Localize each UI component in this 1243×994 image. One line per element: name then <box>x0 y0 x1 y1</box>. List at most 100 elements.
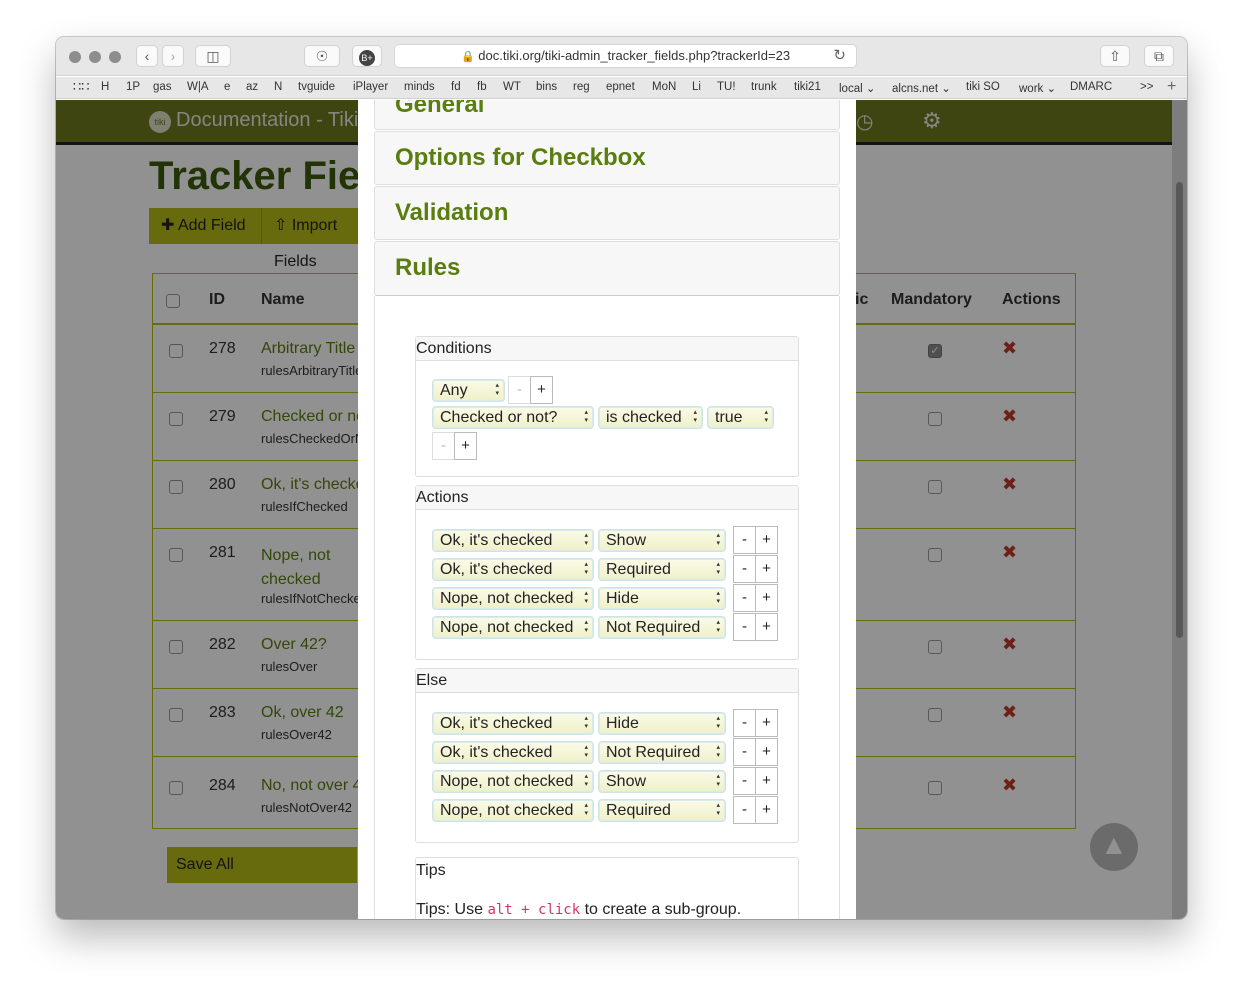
add-condition-button[interactable]: + <box>454 432 477 460</box>
page-content: tiki Documentation - Tiki ◷ ⚙ Tracker Fi… <box>56 100 1172 919</box>
keyhole-icon: ☉ <box>315 48 329 64</box>
bookmark-item[interactable]: Li <box>692 81 701 93</box>
else-field-select[interactable]: Nope, not checked <box>432 770 594 793</box>
condition-operator-select[interactable]: is checked <box>598 406 703 429</box>
field-edit-modal: General Options for Checkbox Validation … <box>358 100 856 919</box>
bookmark-item[interactable]: DMARC <box>1070 81 1112 93</box>
remove-group-button[interactable]: - <box>508 376 531 404</box>
bookmark-item[interactable]: H <box>101 81 109 93</box>
scrollbar-thumb[interactable] <box>1176 182 1183 638</box>
bookmark-folder[interactable]: alcns.net ⌄ <box>892 81 951 95</box>
bookmark-item[interactable]: minds <box>404 81 435 93</box>
add-action-button[interactable]: + <box>755 526 778 554</box>
bookmarks-bar: ∷∷ H 1P gas W|A e az N tvguide iPlayer m… <box>56 77 1187 99</box>
tips-panel: Tips Tips: Use alt + click to create a s… <box>415 857 799 919</box>
grid-icon[interactable]: ∷∷ <box>73 79 90 95</box>
address-bar[interactable]: 🔒 doc.tiki.org/tiki-admin_tracker_fields… <box>394 44 857 68</box>
remove-else-button[interactable]: - <box>733 796 756 824</box>
bookmark-folder[interactable]: local ⌄ <box>839 81 875 95</box>
remove-action-button[interactable]: - <box>733 526 756 554</box>
bookmark-item[interactable]: fd <box>451 81 461 93</box>
remove-action-button[interactable]: - <box>733 584 756 612</box>
action-type-select[interactable]: Hide <box>598 587 726 610</box>
section-title: Options for Checkbox <box>395 144 646 171</box>
add-else-button[interactable]: + <box>755 767 778 795</box>
bookmark-item[interactable]: e <box>224 81 230 93</box>
new-tab-plus-icon[interactable]: + <box>1167 78 1176 96</box>
browser-toolbar: ‹ › ◫ ☉ B+ 🔒 doc.tiki.org/tiki-admin_tra… <box>56 37 1187 76</box>
share-button[interactable]: ⇧ <box>1100 45 1130 67</box>
bookmark-item[interactable]: epnet <box>606 81 635 93</box>
action-type-select[interactable]: Required <box>598 558 726 581</box>
bookmark-item[interactable]: tvguide <box>298 81 335 93</box>
bookmark-item[interactable]: trunk <box>751 81 777 93</box>
else-action-select[interactable]: Not Required <box>598 741 726 764</box>
bookmark-item[interactable]: MoN <box>652 81 676 93</box>
bookmark-item[interactable]: TU! <box>717 81 736 93</box>
remove-else-button[interactable]: - <box>733 738 756 766</box>
else-action-select[interactable]: Hide <box>598 712 726 735</box>
else-action-select[interactable]: Show <box>598 770 726 793</box>
zoom-window-button[interactable] <box>109 51 121 63</box>
action-type-select[interactable]: Show <box>598 529 726 552</box>
page-scrollbar[interactable] <box>1172 100 1187 919</box>
action-field-select[interactable]: Ok, it's checked <box>432 529 594 552</box>
actions-panel: Actions Ok, it's checked Show - + Ok, it… <box>415 485 799 660</box>
condition-value-select[interactable]: true <box>707 406 774 429</box>
add-else-button[interactable]: + <box>755 796 778 824</box>
section-options-checkbox[interactable]: Options for Checkbox <box>374 131 840 185</box>
else-field-select[interactable]: Ok, it's checked <box>432 712 594 735</box>
else-field-select[interactable]: Ok, it's checked <box>432 741 594 764</box>
back-button[interactable]: ‹ <box>136 45 158 67</box>
bookmark-item[interactable]: az <box>246 81 258 93</box>
reload-icon[interactable]: ↻ <box>833 45 846 67</box>
bookmark-item[interactable]: W|A <box>187 81 209 93</box>
forward-button[interactable]: › <box>162 45 184 67</box>
action-type-select[interactable]: Not Required <box>598 616 726 639</box>
condition-logic-select[interactable]: Any <box>432 379 505 402</box>
condition-field-select[interactable]: Checked or not? <box>432 406 594 429</box>
password-extension-button[interactable]: ☉ <box>304 45 340 67</box>
bookmark-item[interactable]: iPlayer <box>353 81 388 93</box>
sidebar-button[interactable]: ◫ <box>195 45 231 67</box>
actions-title: Actions <box>416 486 798 510</box>
else-field-select[interactable]: Nope, not checked <box>432 799 594 822</box>
tabs-overview-button[interactable]: ⧉ <box>1144 45 1174 67</box>
else-action-select[interactable]: Required <box>598 799 726 822</box>
bookmark-item[interactable]: gas <box>153 81 172 93</box>
tips-suffix: to create a sub-group. <box>584 901 742 918</box>
bookmark-item[interactable]: tiki SO <box>966 81 1000 93</box>
section-general[interactable]: General <box>374 100 840 130</box>
bookmark-item[interactable]: reg <box>573 81 590 93</box>
bookmark-item[interactable]: fb <box>477 81 487 93</box>
section-validation[interactable]: Validation <box>374 186 840 240</box>
bookmark-folder[interactable]: work ⌄ <box>1019 81 1056 95</box>
bookmark-item[interactable]: 1P <box>126 81 140 93</box>
action-field-select[interactable]: Nope, not checked <box>432 587 594 610</box>
lock-icon: 🔒 <box>460 51 475 63</box>
remove-condition-button[interactable]: - <box>432 432 455 460</box>
bookmark-item[interactable]: bins <box>536 81 557 93</box>
add-action-button[interactable]: + <box>755 555 778 583</box>
remove-action-button[interactable]: - <box>733 613 756 641</box>
bookmark-extension-button[interactable]: B+ <box>352 45 382 67</box>
tips-shortcut: alt + click <box>487 902 581 918</box>
add-else-button[interactable]: + <box>755 709 778 737</box>
add-action-button[interactable]: + <box>755 613 778 641</box>
add-action-button[interactable]: + <box>755 584 778 612</box>
minimize-window-button[interactable] <box>89 51 101 63</box>
conditions-title: Conditions <box>416 337 798 361</box>
section-rules[interactable]: Rules <box>374 241 840 296</box>
add-group-button[interactable]: + <box>530 376 553 404</box>
bookmarks-overflow[interactable]: >> <box>1140 81 1153 93</box>
bookmark-item[interactable]: WT <box>503 81 521 93</box>
close-window-button[interactable] <box>69 51 81 63</box>
remove-else-button[interactable]: - <box>733 767 756 795</box>
action-field-select[interactable]: Nope, not checked <box>432 616 594 639</box>
action-field-select[interactable]: Ok, it's checked <box>432 558 594 581</box>
add-else-button[interactable]: + <box>755 738 778 766</box>
bookmark-item[interactable]: tiki21 <box>794 81 821 93</box>
remove-else-button[interactable]: - <box>733 709 756 737</box>
bookmark-item[interactable]: N <box>274 81 282 93</box>
remove-action-button[interactable]: - <box>733 555 756 583</box>
